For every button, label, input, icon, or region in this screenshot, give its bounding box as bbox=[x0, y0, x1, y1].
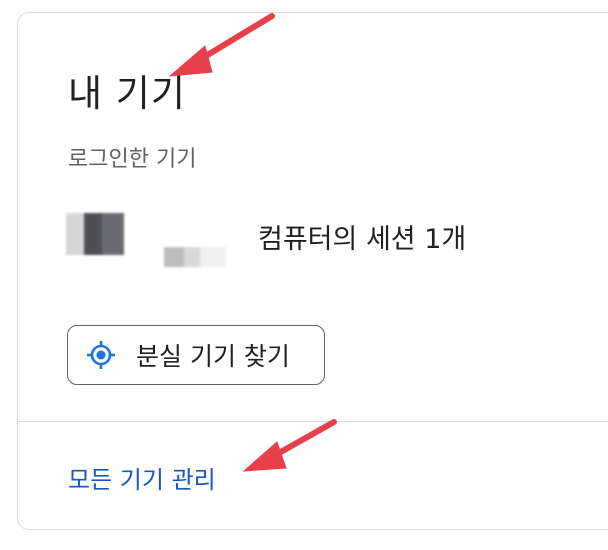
card-title: 내 기기 bbox=[68, 72, 186, 115]
my-devices-card: 내 기기 로그인한 기기 컴퓨터의 세션 1개 분실 기기 찾기 모든 기기 관… bbox=[17, 12, 608, 530]
device-thumbnail-blurred bbox=[66, 213, 124, 255]
manage-all-devices-link[interactable]: 모든 기기 관리 bbox=[68, 460, 216, 495]
device-row[interactable]: 컴퓨터의 세션 1개 bbox=[66, 209, 586, 267]
device-name-blurred bbox=[164, 247, 226, 267]
card-subtitle: 로그인한 기기 bbox=[68, 147, 197, 172]
card-divider bbox=[18, 421, 608, 422]
device-session-count: 컴퓨터의 세션 1개 bbox=[258, 224, 467, 255]
location-target-icon bbox=[86, 340, 116, 370]
find-lost-device-label: 분실 기기 찾기 bbox=[136, 342, 290, 371]
find-lost-device-button[interactable]: 분실 기기 찾기 bbox=[67, 325, 325, 385]
